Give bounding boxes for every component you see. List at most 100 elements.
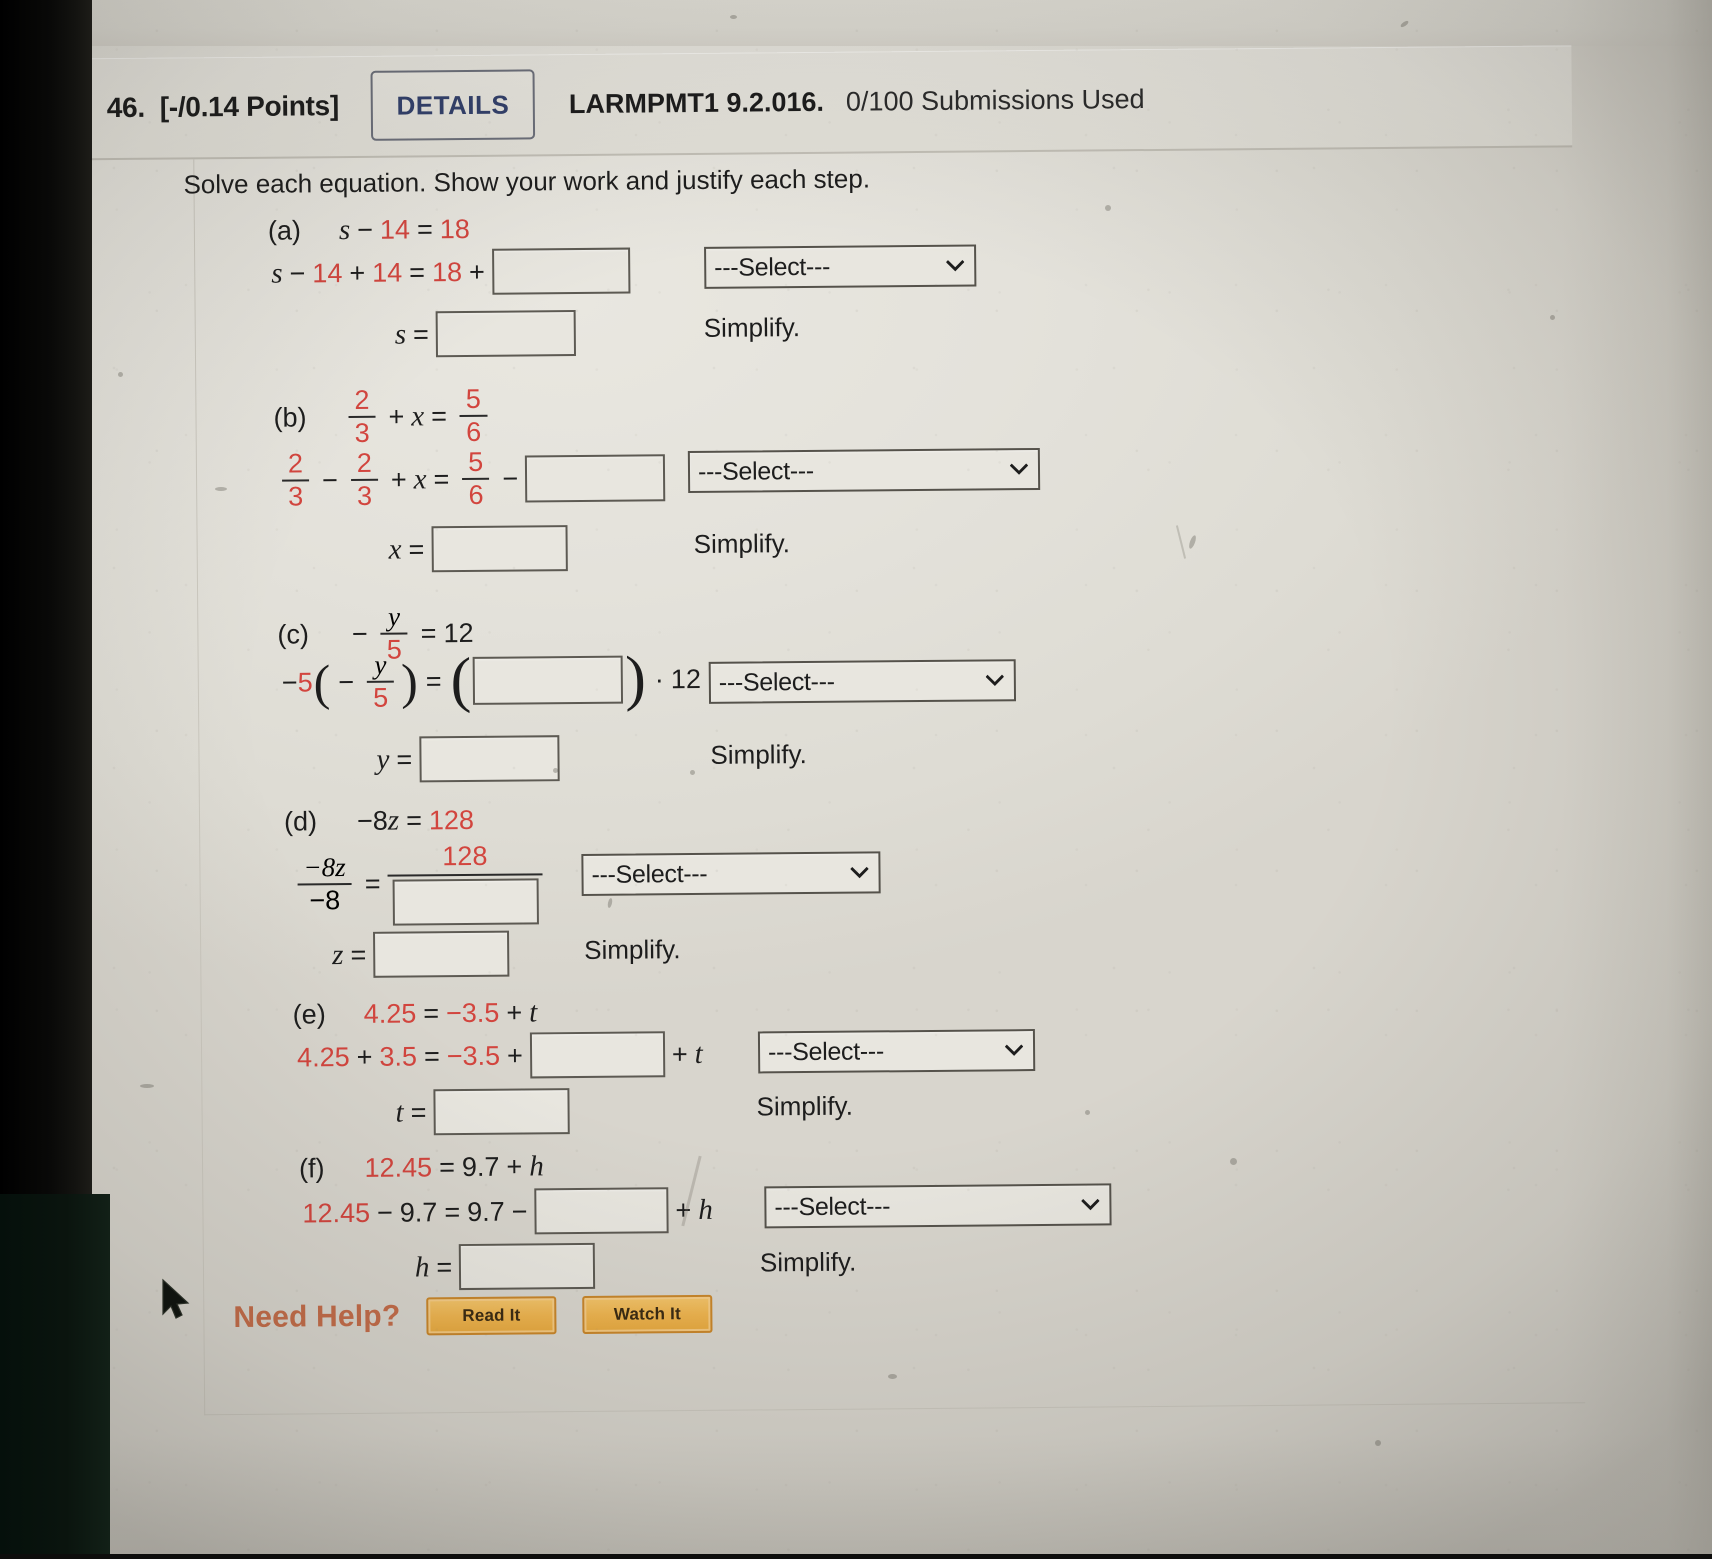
chevron-down-icon [946,260,965,272]
part-e-plus: + [506,997,523,1028]
part-f-work-rhs1: 9.7 [467,1196,505,1227]
read-it-label: Read It [462,1305,521,1326]
part-c-work-coef: 5 [297,666,313,697]
photo-dark-edge-lower-left [0,1194,110,1554]
part-b-fraction-rhs: 5 6 [459,383,488,447]
part-f-eq: = [439,1152,456,1183]
part-e-work-rhs1: −3.5 [446,1040,501,1071]
part-f-select-label: ---Select--- [774,1191,891,1221]
part-c-answer-input[interactable] [418,735,560,783]
question-header: 46. [-/0.14 Points] DETAILS LARMPMT1 9.2… [86,45,1573,161]
part-f-work-lhs1: 12.45 [302,1197,371,1228]
details-button[interactable]: DETAILS [370,69,536,141]
part-c-answer-eq: = [396,743,413,775]
part-a-select[interactable]: ---Select--- [704,244,977,289]
part-f-work-var: h [698,1193,713,1226]
part-e-input-box[interactable] [529,1031,666,1079]
part-e-work-var: t [694,1037,703,1070]
watch-it-button[interactable]: Watch It [582,1294,713,1335]
read-it-button[interactable]: Read It [426,1296,557,1336]
part-a-answer-input[interactable] [435,310,577,358]
part-b-input-box[interactable] [524,453,666,502]
part-a-input-box[interactable] [491,247,631,295]
part-d-answer-input[interactable] [373,930,510,978]
part-b-answer-eq: = [408,533,425,564]
part-b-eq: = [431,400,448,431]
part-b-work-num3: 5 [468,446,484,477]
part-f-work-minus2: − [511,1195,528,1227]
part-e-work-row: 4.25 + 3.5 = −3.5 + + t [297,1031,703,1081]
part-a-n18: 18 [439,213,470,245]
chevron-down-icon [1081,1198,1100,1211]
part-b-work-den1: 3 [288,481,304,512]
part-d-lhs-fraction: −8z −8 [297,852,352,915]
part-e-equation: (e) 4.25 = −3.5 + t [293,996,538,1031]
part-c-eq: = [420,617,437,648]
part-e-rhs1: −3.5 [445,997,500,1029]
part-f-select[interactable]: ---Select--- [764,1183,1112,1229]
part-f-input-box[interactable] [534,1187,669,1235]
part-b-work-eq: = [433,463,450,494]
part-e-work-eq: = [423,1040,440,1071]
part-f-work-row: 12.45 − 9.7 = 9.7 − + h [302,1187,713,1237]
details-button-label: DETAILS [396,89,510,121]
part-b-letter: (b) [273,401,307,433]
mouse-cursor-icon [162,1278,190,1319]
part-b-answer-row: x = [388,525,568,573]
part-d-answer-row: z = [332,930,510,979]
part-c-work-rhs: 12 [670,663,702,694]
part-c-letter: (c) [277,618,310,650]
part-c-simplify-label: Simplify. [710,739,807,770]
part-b-fraction-lhs: 2 3 [348,384,376,448]
part-b-work-row: 2 3 − 2 3 + x = 5 6 − [276,446,666,512]
part-e-answer-input[interactable] [433,1088,570,1136]
part-c-select[interactable]: ---Select--- [708,659,1017,704]
chevron-down-icon [985,674,1004,687]
part-f-answer-eq: = [436,1251,453,1282]
part-b-work-frac2: 2 3 [350,447,379,511]
part-a-select-label: ---Select--- [714,252,831,282]
part-b-den1: 3 [354,417,370,448]
part-c-work-den: 5 [373,682,389,713]
need-help-label: Need Help? [233,1299,401,1335]
part-e-work-plus2: + [506,1040,523,1071]
part-a-letter: (a) [267,215,302,246]
close-paren: ) [400,653,419,710]
part-f-plus: + [506,1151,523,1182]
question-number: 46. [-/0.14 Points] [106,90,340,124]
part-f-work-eq: = [444,1196,461,1227]
part-c-answer-row: y = [376,735,560,783]
part-b-work-den3: 6 [468,479,484,510]
part-b-answer-var: x [388,533,402,566]
part-f-answer-row: h = [415,1242,596,1291]
part-f-letter: (f) [298,1153,325,1184]
part-c-minus: − [351,618,368,649]
part-c-work-row: − 5 ( − y 5 ) = ( ) · 12 [282,645,702,715]
part-c-work-fraction: y 5 [367,649,395,713]
part-c-rhs: 12 [443,617,474,648]
chevron-down-icon [1009,463,1029,475]
part-f-work-lhs2: 9.7 [399,1196,438,1228]
part-b-num2: 5 [465,383,481,414]
part-d-select[interactable]: ---Select--- [581,851,881,896]
part-e-answer-var: t [395,1096,404,1129]
part-b-var: x [411,399,425,432]
part-b-work-num2: 2 [356,447,372,478]
part-b-num1: 2 [354,384,370,415]
part-e-var: t [529,996,538,1029]
part-b-answer-input[interactable] [431,525,568,573]
part-f-answer-input[interactable] [459,1242,596,1291]
part-c-input-box[interactable] [472,655,624,705]
part-e-lhs: 4.25 [363,998,417,1029]
part-d-answer-var: z [332,938,344,971]
part-b-select[interactable]: ---Select--- [687,447,1041,494]
part-c-work-var: y [374,649,387,680]
part-d-eq: = [406,805,423,836]
part-d-work-eq: = [364,868,381,899]
part-b-work-var: x [413,462,427,495]
part-f-rhs1: 9.7 [461,1151,500,1183]
part-d-input-box[interactable] [392,878,539,926]
part-e-select[interactable]: ---Select--- [757,1029,1036,1074]
submissions-used: 0/100 Submissions Used [845,83,1145,117]
part-f-simplify-label: Simplify. [759,1246,857,1278]
